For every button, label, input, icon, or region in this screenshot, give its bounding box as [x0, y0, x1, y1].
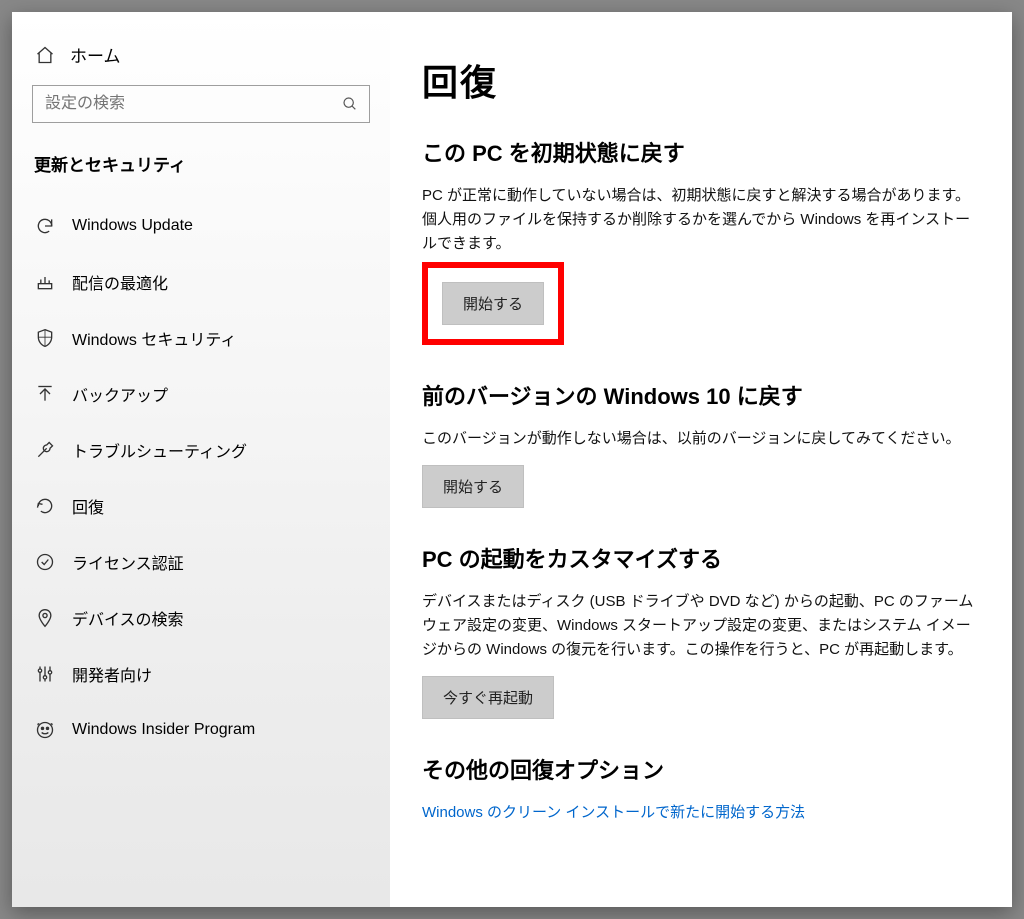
clean-install-link[interactable]: Windows のクリーン インストールで新たに開始する方法 [422, 804, 805, 821]
sidebar-item-windows-insider[interactable]: Windows Insider Program [32, 702, 370, 758]
section-title-advanced: PC の起動をカスタマイズする [422, 542, 980, 574]
section-title-more: その他の回復オプション [422, 753, 980, 785]
sidebar-item-recovery[interactable]: 回復 [32, 478, 370, 534]
sidebar-item-find-my-device[interactable]: デバイスの検索 [32, 590, 370, 646]
sidebar-item-label: Windows Update [72, 217, 193, 235]
sidebar-category-title: 更新とセキュリティ [32, 149, 370, 198]
sync-icon [34, 216, 56, 236]
sidebar-item-troubleshoot[interactable]: トラブルシューティング [32, 422, 370, 478]
sidebar-item-label: バックアップ [72, 382, 168, 406]
section-more-recovery: その他の回復オプション Windows のクリーン インストールで新たに開始する… [422, 753, 980, 822]
sidebar-item-label: 配信の最適化 [72, 270, 168, 294]
wrench-icon [34, 440, 56, 460]
sidebar-item-label: ライセンス認証 [72, 550, 184, 574]
sidebar-item-delivery-optimization[interactable]: 配信の最適化 [32, 254, 370, 310]
section-title-goback: 前のバージョンの Windows 10 に戻す [422, 379, 980, 411]
sidebar-nav-list: Windows Update 配信の最適化 Windows セキュリティ バック… [32, 198, 370, 758]
sidebar-item-activation[interactable]: ライセンス認証 [32, 534, 370, 590]
backup-icon [34, 384, 56, 404]
restart-now-button[interactable]: 今すぐ再起動 [422, 676, 554, 719]
settings-window: ホーム 更新とセキュリティ Windows Update 配信の最適化 [12, 12, 1012, 907]
highlight-get-started: 開始する [422, 262, 564, 345]
home-icon [34, 45, 56, 65]
search-input[interactable] [43, 94, 341, 114]
check-circle-icon [34, 552, 56, 572]
section-advanced-startup: PC の起動をカスタマイズする デバイスまたはディスク (USB ドライブや D… [422, 542, 980, 719]
sidebar-item-label: トラブルシューティング [72, 438, 247, 462]
sidebar-item-windows-update[interactable]: Windows Update [32, 198, 370, 254]
page-title: 回復 [422, 54, 980, 106]
sidebar: ホーム 更新とセキュリティ Windows Update 配信の最適化 [12, 12, 390, 907]
section-go-back: 前のバージョンの Windows 10 に戻す このバージョンが動作しない場合は… [422, 379, 980, 508]
sidebar-item-backup[interactable]: バックアップ [32, 366, 370, 422]
section-title-reset: この PC を初期状態に戻す [422, 136, 980, 168]
section-desc-goback: このバージョンが動作しない場合は、以前のバージョンに戻してみてください。 [422, 427, 980, 451]
search-box[interactable] [32, 85, 370, 123]
sidebar-home[interactable]: ホーム [32, 36, 370, 85]
reset-get-started-button[interactable]: 開始する [442, 282, 544, 325]
section-desc-reset: PC が正常に動作していない場合は、初期状態に戻すと解決する場合があります。個人… [422, 184, 980, 256]
sidebar-home-label: ホーム [70, 42, 121, 67]
sidebar-item-label: デバイスの検索 [72, 606, 184, 630]
recovery-icon [34, 496, 56, 516]
section-desc-advanced: デバイスまたはディスク (USB ドライブや DVD など) からの起動、PC … [422, 590, 980, 662]
sidebar-item-label: 回復 [72, 494, 104, 518]
section-reset-pc: この PC を初期状態に戻す PC が正常に動作していない場合は、初期状態に戻す… [422, 136, 980, 345]
sidebar-item-for-developers[interactable]: 開発者向け [32, 646, 370, 702]
goback-get-started-button[interactable]: 開始する [422, 465, 524, 508]
location-icon [34, 608, 56, 628]
sidebar-item-label: 開発者向け [72, 662, 152, 686]
delivery-icon [34, 272, 56, 292]
sidebar-item-windows-security[interactable]: Windows セキュリティ [32, 310, 370, 366]
sliders-icon [34, 664, 56, 684]
insider-icon [34, 720, 56, 740]
sidebar-item-label: Windows Insider Program [72, 721, 255, 739]
shield-icon [34, 328, 56, 348]
main-content: 回復 この PC を初期状態に戻す PC が正常に動作していない場合は、初期状態… [390, 12, 1012, 907]
sidebar-item-label: Windows セキュリティ [72, 326, 236, 350]
search-icon [341, 96, 359, 112]
